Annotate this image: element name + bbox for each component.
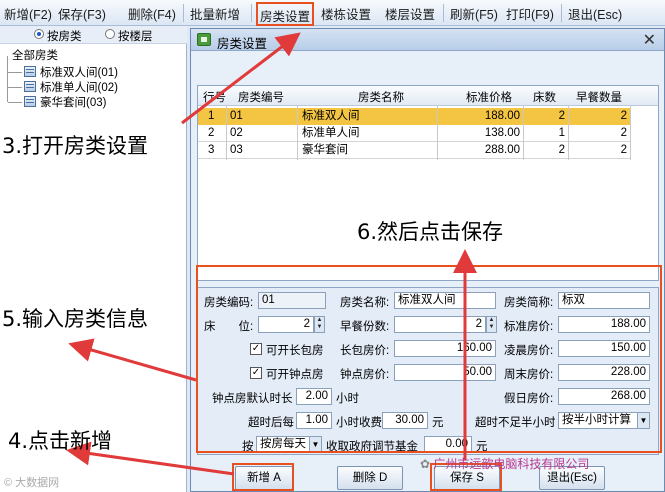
step-6-annotation: 6.然后点击保存 [357,220,504,244]
step-3-annotation: 3.打开房类设置 [2,134,149,158]
step-5-annotation: 5.输入房类信息 [2,307,149,331]
site-watermark: © 大数据网 [4,477,60,489]
wechat-icon: ✿ [420,457,434,471]
watermark-logo-icon: © [4,477,16,489]
step-4-annotation: 4.点击新增 [8,429,113,453]
annotation-arrows [66,32,477,476]
arrow-to-room-type-settings [181,32,301,125]
arrow-to-form [68,338,197,382]
company-watermark: ✿ 广州市远歆电脑科技有限公司 [420,457,590,471]
